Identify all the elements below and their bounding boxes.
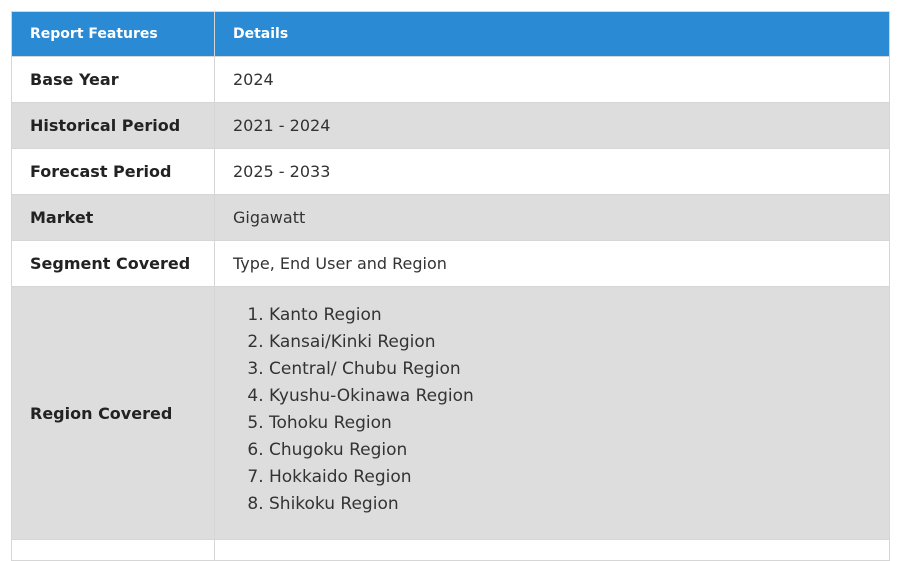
table-header-row: Report Features Details	[11, 11, 890, 57]
feature-cell: Historical Period	[11, 102, 215, 149]
list-item: Chugoku Region	[269, 437, 871, 464]
feature-cell: Base Year	[11, 56, 215, 103]
feature-cell: Region Covered	[11, 286, 215, 540]
list-item: Kanto Region	[269, 302, 871, 329]
list-item: Tohoku Region	[269, 410, 871, 437]
header-details: Details	[214, 11, 890, 57]
table-row: Historical Period 2021 - 2024	[11, 102, 890, 149]
detail-cell: Gigawatt	[214, 194, 890, 241]
header-report-features: Report Features	[11, 11, 215, 57]
table-row: Base Year 2024	[11, 56, 890, 103]
list-item: Hokkaido Region	[269, 464, 871, 491]
region-list-cell: Kanto Region Kansai/Kinki Region Central…	[214, 286, 890, 540]
region-list: Kanto Region Kansai/Kinki Region Central…	[233, 302, 871, 518]
list-item: Central/ Chubu Region	[269, 356, 871, 383]
detail-cell: 2025 - 2033	[214, 148, 890, 195]
detail-cell: Type, End User and Region	[214, 240, 890, 287]
list-item: Kyushu-Okinawa Region	[269, 383, 871, 410]
list-item: Kansai/Kinki Region	[269, 329, 871, 356]
detail-cell: 2024	[214, 56, 890, 103]
table-row: Segment Covered Type, End User and Regio…	[11, 240, 890, 287]
feature-cell: Segment Covered	[11, 240, 215, 287]
feature-cell: Forecast Period	[11, 148, 215, 195]
report-features-table: Report Features Details Base Year 2024 H…	[11, 11, 890, 561]
feature-cell: Market	[11, 194, 215, 241]
table-row: Forecast Period 2025 - 2033	[11, 148, 890, 195]
detail-cell: 2021 - 2024	[214, 102, 890, 149]
region-covered-row: Region Covered Kanto Region Kansai/Kinki…	[11, 286, 890, 540]
table-row: Market Gigawatt	[11, 194, 890, 241]
list-item: Shikoku Region	[269, 491, 871, 518]
